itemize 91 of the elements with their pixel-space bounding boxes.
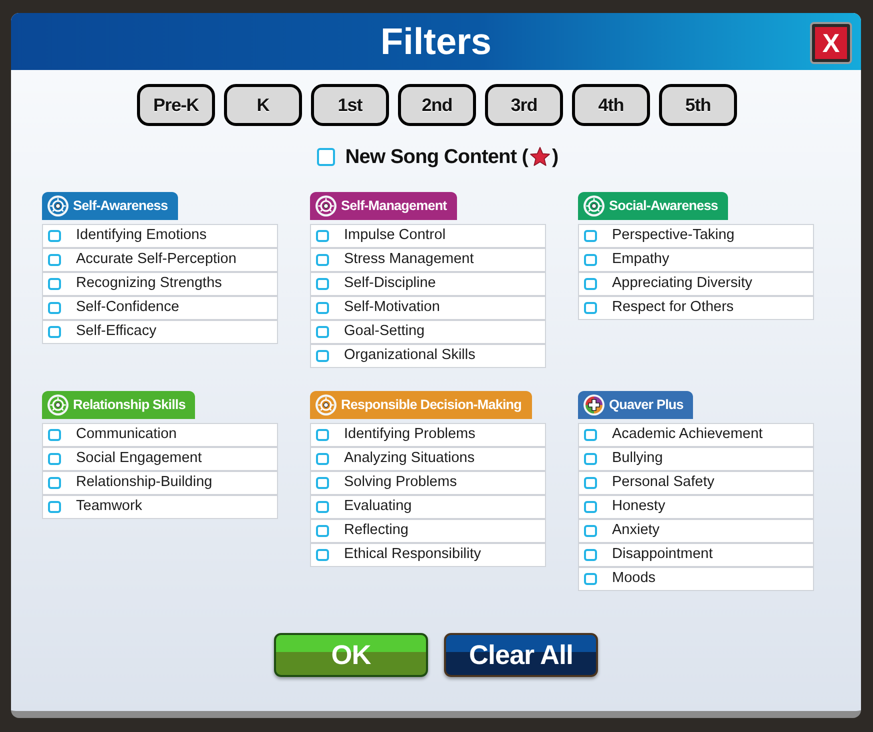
grade-button[interactable]: 4th <box>572 84 650 126</box>
filter-option[interactable]: Self-Discipline <box>311 273 545 295</box>
checkbox[interactable] <box>584 525 597 537</box>
filter-option[interactable]: Analyzing Situations <box>311 448 545 470</box>
category-title: Self-Management <box>341 196 447 215</box>
filter-option[interactable]: Relationship-Building <box>43 472 277 494</box>
checkbox[interactable] <box>316 453 329 465</box>
checkbox[interactable] <box>48 326 61 338</box>
grade-button[interactable]: 2nd <box>398 84 476 126</box>
wheel-emblem-icon <box>583 195 605 217</box>
category-title: Self-Awareness <box>73 196 168 215</box>
checkbox[interactable] <box>316 326 329 338</box>
filter-option[interactable]: Anxiety <box>579 520 813 542</box>
grade-button[interactable]: 5th <box>659 84 737 126</box>
checkbox[interactable] <box>48 453 61 465</box>
checkbox[interactable] <box>584 501 597 513</box>
checkbox[interactable] <box>316 254 329 266</box>
checkbox[interactable] <box>48 477 61 489</box>
filter-option[interactable]: Reflecting <box>311 520 545 542</box>
checkbox[interactable] <box>584 453 597 465</box>
checkbox[interactable] <box>584 278 597 290</box>
checkbox[interactable] <box>316 477 329 489</box>
ok-button[interactable]: OK <box>274 633 428 677</box>
filter-option[interactable]: Identifying Emotions <box>43 225 277 247</box>
filter-option[interactable]: Organizational Skills <box>311 345 545 367</box>
checkbox[interactable] <box>316 525 329 537</box>
checkbox[interactable] <box>316 302 329 314</box>
checkbox[interactable] <box>316 429 329 441</box>
filter-option[interactable]: Impulse Control <box>311 225 545 247</box>
filter-option[interactable]: Solving Problems <box>311 472 545 494</box>
checkbox[interactable] <box>584 230 597 242</box>
filter-option[interactable]: Communication <box>43 424 277 446</box>
filter-option[interactable]: Social Engagement <box>43 448 277 470</box>
grade-button[interactable]: 1st <box>311 84 389 126</box>
grade-button[interactable]: K <box>224 84 302 126</box>
category-title: Social-Awareness <box>609 196 718 215</box>
clear-all-button[interactable]: Clear All <box>444 633 598 677</box>
filter-option[interactable]: Identifying Problems <box>311 424 545 446</box>
checkbox[interactable] <box>48 278 61 290</box>
checkbox[interactable] <box>584 477 597 489</box>
filter-option[interactable]: Self-Confidence <box>43 297 277 319</box>
filter-option[interactable]: Stress Management <box>311 249 545 271</box>
filter-option[interactable]: Goal-Setting <box>311 321 545 343</box>
wheel-emblem-icon <box>315 394 337 416</box>
filter-option[interactable]: Self-Motivation <box>311 297 545 319</box>
filter-option[interactable]: Academic Achievement <box>579 424 813 446</box>
checkbox[interactable] <box>48 501 61 513</box>
checkbox[interactable] <box>48 254 61 266</box>
category-title: Quaver Plus <box>609 396 684 414</box>
filter-option[interactable]: Personal Safety <box>579 472 813 494</box>
checkbox[interactable] <box>316 278 329 290</box>
close-button[interactable]: X <box>810 22 852 64</box>
filter-option[interactable]: Respect for Others <box>579 297 813 319</box>
filter-option[interactable]: Honesty <box>579 496 813 518</box>
filter-option[interactable]: Perspective-Taking <box>579 225 813 247</box>
checkbox[interactable] <box>584 302 597 314</box>
filter-option[interactable]: Disappointment <box>579 544 813 566</box>
filter-option[interactable]: Teamwork <box>43 496 277 518</box>
checkbox[interactable] <box>584 573 597 585</box>
grade-button[interactable]: Pre-K <box>137 84 215 126</box>
checkbox[interactable] <box>48 302 61 314</box>
filter-option[interactable]: Moods <box>579 568 813 590</box>
filter-option[interactable]: Appreciating Diversity <box>579 273 813 295</box>
checkbox[interactable] <box>316 230 329 242</box>
checkbox[interactable] <box>584 429 597 441</box>
wheel-emblem-icon <box>47 394 69 416</box>
dialog-title: Filters <box>380 23 492 60</box>
new-song-content-label: New Song Content ( <box>345 145 528 170</box>
filter-option[interactable]: Self-Efficacy <box>43 321 277 343</box>
filter-option[interactable]: Bullying <box>579 448 813 470</box>
category-title: Responsible Decision-Making <box>341 396 522 414</box>
checkbox[interactable] <box>316 549 329 561</box>
filter-option[interactable]: Accurate Self-Perception <box>43 249 277 271</box>
checkbox[interactable] <box>584 254 597 266</box>
checkbox[interactable] <box>316 350 329 362</box>
wheel-emblem-icon <box>315 195 337 217</box>
plus-emblem-icon <box>583 394 605 416</box>
checkbox[interactable] <box>48 429 61 441</box>
checkbox[interactable] <box>317 148 336 166</box>
closing-parenthesis: ) <box>552 145 559 170</box>
wheel-emblem-icon <box>47 195 69 217</box>
category-title: Relationship Skills <box>73 396 186 414</box>
star-icon <box>529 146 552 168</box>
grade-button[interactable]: 3rd <box>485 84 563 126</box>
checkbox[interactable] <box>48 230 61 242</box>
checkbox[interactable] <box>584 549 597 561</box>
filter-option[interactable]: Empathy <box>579 249 813 271</box>
checkbox[interactable] <box>316 501 329 513</box>
filter-option[interactable]: Recognizing Strengths <box>43 273 277 295</box>
filter-option[interactable]: Ethical Responsibility <box>311 544 545 566</box>
filter-option[interactable]: Evaluating <box>311 496 545 518</box>
